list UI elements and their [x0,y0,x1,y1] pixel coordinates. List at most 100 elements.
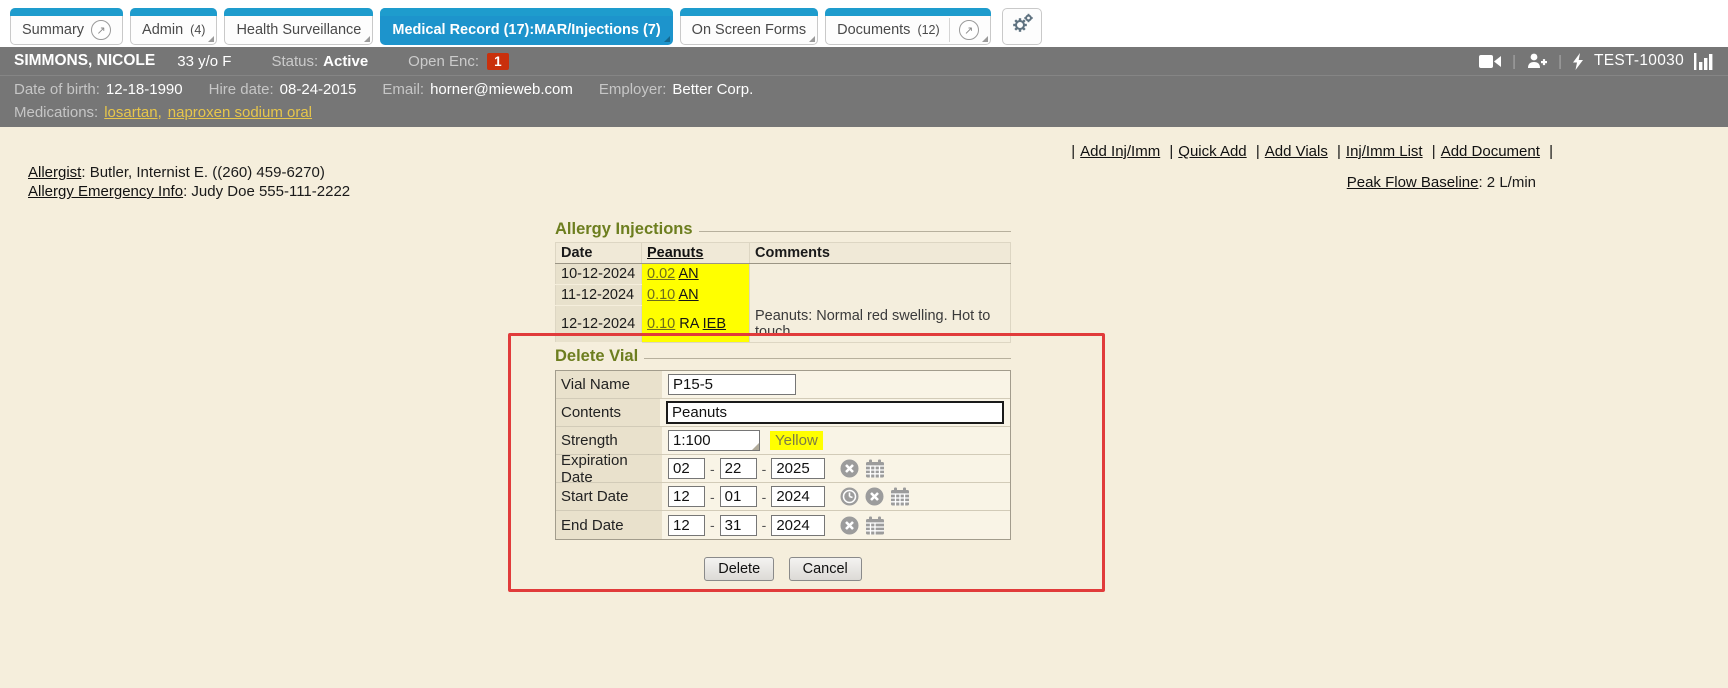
calendar-icon[interactable] [865,459,885,478]
open-enc-badge[interactable]: 1 [487,53,509,70]
mar-injections-page: |Add Inj/Imm |Quick Add |Add Vials |Inj/… [0,127,1728,688]
popout-icon[interactable]: ↗ [959,20,979,40]
reaction-code-link[interactable]: IEB [703,316,726,332]
inj-imm-list-link[interactable]: Inj/Imm List [1346,143,1423,160]
tab-health-surveillance[interactable]: Health Surveillance [224,8,373,45]
email-value: horner@mieweb.com [430,81,573,98]
allergist-link[interactable]: Allergist [28,164,81,181]
end-day-input[interactable] [720,515,757,536]
dose-link[interactable]: 0.02 [647,266,675,282]
tab-admin[interactable]: Admin (4) [130,8,217,45]
tab-on-screen-forms[interactable]: On Screen Forms [680,8,818,45]
cancel-button[interactable]: Cancel [789,557,862,581]
contents-input[interactable] [666,401,1004,424]
lightning-icon[interactable] [1572,53,1584,70]
add-document-link[interactable]: Add Document [1441,143,1540,160]
tab-forms-label: On Screen Forms [692,22,806,38]
add-inj-imm-link[interactable]: Add Inj/Imm [1080,143,1160,160]
clear-date-icon[interactable] [865,487,884,506]
delete-vial-panel: Delete Vial Vial Name Contents Strength … [555,347,1011,581]
reaction-code-link[interactable]: AN [678,266,698,282]
action-links: |Add Inj/Imm |Quick Add |Add Vials |Inj/… [1066,143,1558,160]
patient-header: SIMMONS, NICOLE 33 y/o F Status: Active … [0,47,1728,127]
strength-input[interactable] [668,430,760,451]
start-date-label: Start Date [556,483,662,510]
col-header-comments: Comments [750,243,1011,264]
patient-header-row2: Date of birth: 12-18-1990 Hire date: 08-… [0,76,1728,101]
expiration-month-input[interactable] [668,458,705,479]
allergy-emergency-link[interactable]: Allergy Emergency Info [28,183,183,200]
hire-date-value: 08-24-2015 [280,81,357,98]
settings-button[interactable] [1002,8,1042,45]
delete-button[interactable]: Delete [704,557,774,581]
contents-label: Contents [556,399,660,426]
open-enc-label: Open Enc: [408,53,479,70]
patient-age-sex: 33 y/o F [177,53,231,70]
calendar-icon[interactable] [865,516,885,535]
expiration-date-row: Expiration Date - - [556,455,1010,483]
popout-icon[interactable]: ↗ [91,20,111,40]
expiration-year-input[interactable] [771,458,825,479]
tab-summary-label: Summary [22,22,84,38]
add-person-icon[interactable] [1526,53,1548,69]
strength-label: Strength [556,427,662,454]
email-label: Email: [382,81,424,98]
form-buttons: Delete Cancel [555,557,1011,581]
reaction-text: RA [679,316,698,332]
bar-chart-icon[interactable] [1694,53,1714,70]
video-camera-icon[interactable] [1479,54,1502,69]
dob-label: Date of birth: [14,81,100,98]
tab-admin-count: (4) [190,23,205,37]
vial-name-input[interactable] [668,374,796,395]
expiration-day-input[interactable] [720,458,757,479]
quick-add-link[interactable]: Quick Add [1178,143,1246,160]
start-year-input[interactable] [771,486,825,507]
calendar-icon[interactable] [890,487,910,506]
vial-name-label: Vial Name [556,371,662,398]
tab-documents-label: Documents [837,22,910,38]
employer-label: Employer: [599,81,667,98]
vial-name-row: Vial Name [556,371,1010,399]
col-header-date: Date [556,243,642,264]
injection-row: 11-12-2024 0.10 AN [556,285,1011,306]
add-vials-link[interactable]: Add Vials [1265,143,1328,160]
allergist-value: : Butler, Internist E. ((260) 459-6270) [81,164,324,181]
chart-id: TEST-10030 [1594,52,1684,70]
clear-date-icon[interactable] [840,459,859,478]
end-year-input[interactable] [771,515,825,536]
tab-documents[interactable]: Documents (12) ↗ [825,8,991,45]
tab-medical-record[interactable]: Medical Record (17):MAR/Injections (7) [380,8,672,45]
end-date-label: End Date [556,511,662,539]
patient-header-row3: Medications: losartan,naproxen sodium or… [0,101,1728,127]
medication-link-losartan[interactable]: losartan [104,104,157,121]
allergy-contact-info: Allergist: Butler, Internist E. ((260) 4… [28,163,350,201]
allergy-injections-table: Date Peanuts Comments 10-12-2024 0.02 AN… [555,242,1011,343]
dose-link[interactable]: 0.10 [647,287,675,303]
status-label: Status: [271,53,318,70]
medication-link-naproxen[interactable]: naproxen sodium oral [168,104,312,121]
end-date-row: End Date - - [556,511,1010,539]
medications-label: Medications: [14,104,98,121]
hire-date-label: Hire date: [209,81,274,98]
tab-summary[interactable]: Summary ↗ [10,8,123,45]
start-month-input[interactable] [668,486,705,507]
peak-flow-value: : 2 L/min [1478,174,1536,191]
col-header-peanuts-link[interactable]: Peanuts [647,245,703,261]
peak-flow-link[interactable]: Peak Flow Baseline [1347,174,1479,191]
tab-documents-count: (12) [917,23,939,37]
start-day-input[interactable] [720,486,757,507]
patient-name: SIMMONS, NICOLE [14,52,155,70]
dose-link[interactable]: 0.10 [647,316,675,332]
status-value: Active [323,53,368,70]
allergy-emergency-value: : Judy Doe 555-111-2222 [183,183,350,200]
end-month-input[interactable] [668,515,705,536]
clock-icon[interactable] [840,487,859,506]
reaction-code-link[interactable]: AN [678,287,698,303]
delete-vial-form: Vial Name Contents Strength Yellow Expir… [555,370,1011,540]
tab-divider [949,18,950,42]
contents-row: Contents [556,399,1010,427]
strength-color-badge: Yellow [770,431,823,450]
allergy-injections-title: Allergy Injections [555,220,693,239]
clear-date-icon[interactable] [840,516,859,535]
tab-health-label: Health Surveillance [236,22,361,38]
